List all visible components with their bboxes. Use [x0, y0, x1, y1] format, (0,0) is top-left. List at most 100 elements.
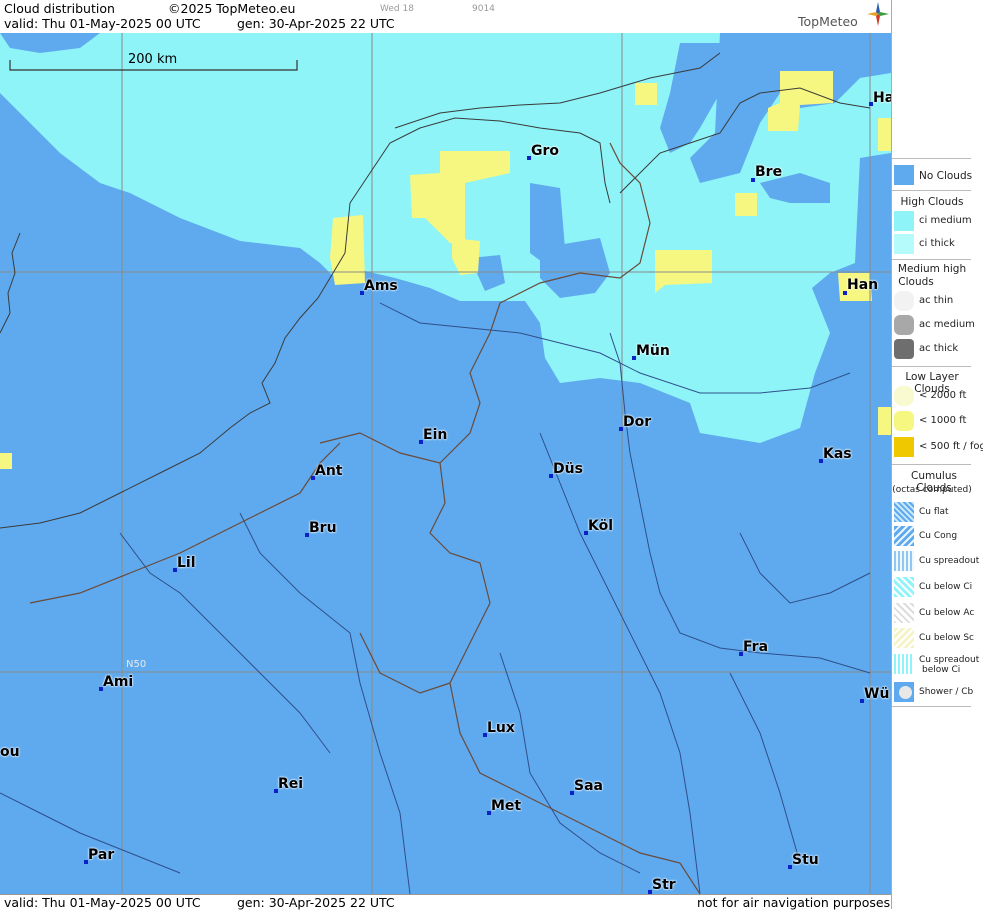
- shower-cloud-icon: [899, 686, 912, 699]
- city-label[interactable]: Düs: [553, 461, 583, 477]
- cu-below-ac-swatch: [894, 603, 914, 623]
- compass-logo-icon: [867, 2, 889, 26]
- legend-no-clouds: No Clouds: [892, 165, 983, 187]
- city-label[interactable]: Lux: [487, 720, 515, 736]
- city-label[interactable]: Ami: [103, 674, 133, 690]
- generated-time: gen: 30-Apr-2025 22 UTC: [237, 16, 395, 31]
- legend-label: No Clouds: [919, 170, 973, 182]
- city-label[interactable]: Str: [652, 877, 676, 893]
- ac-medium-swatch: [894, 315, 914, 335]
- cu-spreadout-swatch: [894, 551, 914, 571]
- legend-ci-thick: ci thick: [892, 234, 983, 256]
- legend-ci-medium: ci medium: [892, 211, 983, 233]
- legend-label: < 1000 ft: [919, 415, 967, 426]
- city-label[interactable]: Ha: [873, 90, 891, 106]
- legend-divider: [892, 259, 971, 260]
- legend-divider: [892, 706, 971, 707]
- city-label[interactable]: Han: [847, 277, 878, 293]
- legend-cu-below-ci: Cu below Ci: [892, 577, 983, 599]
- footer-valid-time: valid: Thu 01-May-2025 00 UTC: [4, 895, 201, 910]
- fog-swatch: [894, 437, 914, 457]
- city-label[interactable]: Ein: [423, 427, 447, 443]
- legend-label: ac thin: [919, 295, 954, 306]
- city-label[interactable]: Kas: [823, 446, 852, 462]
- city-label[interactable]: Mün: [636, 343, 670, 359]
- topmeteo-logo-text: TopMeteo: [798, 14, 858, 29]
- city-label[interactable]: Met: [491, 798, 521, 814]
- lt2000-swatch: [894, 386, 914, 406]
- cloud-map[interactable]: 200 km N50 Ha Gro Bre Ams Han Mün Dor Ei…: [0, 33, 891, 894]
- legend-heading-medium-1: Medium high: [897, 263, 967, 275]
- ci-medium-swatch: [894, 211, 914, 231]
- valid-time: valid: Thu 01-May-2025 00 UTC: [4, 16, 201, 31]
- legend-label: Cu below Ci: [919, 582, 973, 592]
- cu-spread-ci-swatch: [894, 654, 914, 674]
- city-label[interactable]: Lil: [177, 555, 196, 571]
- city-label[interactable]: Wü: [864, 686, 889, 702]
- legend-divider: [892, 190, 971, 191]
- copyright: ©2025 TopMeteo.eu: [168, 1, 296, 16]
- city-label[interactable]: Stu: [792, 852, 819, 868]
- legend-label: Cu flat: [919, 507, 949, 517]
- city-label[interactable]: Köl: [588, 518, 613, 534]
- legend-label: Cu spreadout: [919, 556, 980, 566]
- city-label[interactable]: ou: [0, 744, 20, 760]
- ac-thin-swatch: [894, 291, 914, 311]
- legend-divider: [892, 158, 971, 159]
- legend-cu-spreadout-below-ci: Cu spreadout below Ci: [892, 654, 983, 676]
- city-label[interactable]: Ams: [364, 278, 398, 294]
- legend-divider: [892, 464, 971, 465]
- legend-label: < 500 ft / fog: [919, 441, 983, 452]
- city-label[interactable]: Gro: [531, 143, 559, 159]
- legend-label: Cu below Ac: [919, 608, 975, 618]
- city-label[interactable]: Dor: [623, 414, 651, 430]
- legend-ac-medium: ac medium: [892, 315, 983, 337]
- legend-label: below Ci: [922, 665, 961, 675]
- legend-ac-thick: ac thick: [892, 339, 983, 361]
- map-footer: valid: Thu 01-May-2025 00 UTC gen: 30-Ap…: [0, 894, 891, 910]
- legend-shower-cb: Shower / Cb: [892, 682, 983, 704]
- map-header: Cloud distribution ©2025 TopMeteo.eu Wed…: [0, 0, 891, 34]
- legend-cu-spreadout: Cu spreadout: [892, 551, 983, 573]
- lt1000-swatch: [894, 411, 914, 431]
- legend-lt500: < 500 ft / fog: [892, 437, 983, 459]
- legend-cu-flat: Cu flat: [892, 502, 983, 524]
- legend-cu-cong: Cu Cong: [892, 526, 983, 548]
- cu-cong-swatch: [894, 526, 914, 546]
- legend-cu-below-sc: Cu below Sc: [892, 628, 983, 650]
- cu-flat-swatch: [894, 502, 914, 522]
- cu-below-ci-swatch: [894, 577, 914, 597]
- latitude-label: N50: [126, 659, 147, 670]
- legend-label: Shower / Cb: [919, 687, 974, 697]
- footer-generated-time: gen: 30-Apr-2025 22 UTC: [237, 895, 395, 910]
- legend-label: ac medium: [919, 319, 975, 330]
- city-label[interactable]: Rei: [278, 776, 303, 792]
- ac-thick-swatch: [894, 339, 914, 359]
- map-canvas: [0, 33, 891, 894]
- legend-label: ci medium: [919, 215, 972, 226]
- scale-label: 200 km: [128, 52, 178, 67]
- faint-day-label: Wed 18: [380, 4, 414, 14]
- city-label[interactable]: Ant: [315, 463, 343, 479]
- legend-lt1000: < 1000 ft: [892, 411, 983, 433]
- legend-panel: No Clouds High Clouds ci medium ci thick…: [891, 0, 983, 909]
- shower-cb-swatch: [894, 682, 914, 702]
- disclaimer: not for air navigation purposes: [697, 895, 891, 910]
- city-label[interactable]: Par: [88, 847, 114, 863]
- ci-thick-swatch: [894, 234, 914, 254]
- legend-label: Cu Cong: [919, 531, 958, 541]
- legend-divider: [892, 366, 971, 367]
- legend-label: < 2000 ft: [919, 390, 967, 401]
- faint-code-label: 9014: [472, 4, 495, 14]
- city-label[interactable]: Bru: [309, 520, 337, 536]
- legend-cu-below-ac: Cu below Ac: [892, 603, 983, 625]
- city-label[interactable]: Bre: [755, 164, 782, 180]
- legend-heading-high: High Clouds: [900, 196, 964, 208]
- legend-label: Cu spreadout: [919, 655, 980, 665]
- cu-below-sc-swatch: [894, 628, 914, 648]
- city-label[interactable]: Saa: [574, 778, 603, 794]
- no-clouds-swatch: [894, 165, 914, 185]
- legend-label: Cu below Sc: [919, 633, 974, 643]
- city-label[interactable]: Fra: [743, 639, 768, 655]
- legend-heading-medium-2: Clouds: [898, 276, 934, 288]
